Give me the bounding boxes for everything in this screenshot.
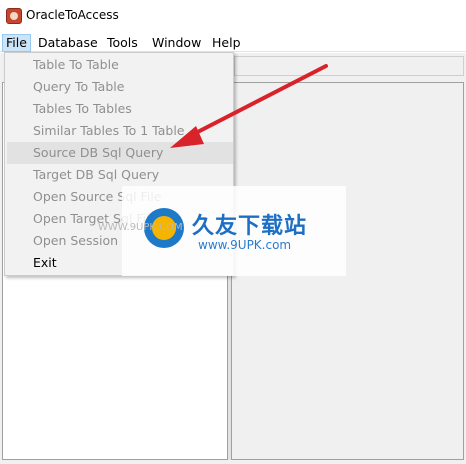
menu-help[interactable]: Help (209, 34, 244, 52)
menu-window[interactable]: Window (149, 34, 204, 52)
toolbar-strip (234, 56, 464, 76)
watermark-url: www.9UPK.com (198, 238, 292, 252)
menu-file[interactable]: File (2, 34, 31, 52)
menu-bar: File Database Tools Window Help (0, 32, 466, 52)
title-bar: OracleToAccess (0, 0, 466, 32)
menu-item-source-db-sql-query[interactable]: Source DB Sql Query (7, 142, 233, 164)
menu-item-target-db-sql-query[interactable]: Target DB Sql Query (7, 164, 233, 186)
menu-item-table-to-table[interactable]: Table To Table (7, 54, 233, 76)
app-icon (6, 8, 22, 24)
watermark-url-small: WWW.9UPK.COM (98, 222, 183, 233)
watermark-brand: 久友下载站 (192, 214, 308, 239)
menu-item-similar-tables[interactable]: Similar Tables To 1 Table (7, 120, 233, 142)
menu-item-query-to-table[interactable]: Query To Table (7, 76, 233, 98)
menu-database[interactable]: Database (35, 34, 101, 52)
menu-tools[interactable]: Tools (104, 34, 141, 52)
watermark: 久友下载站 www.9UPK.com WWW.9UPK.COM (98, 186, 346, 276)
window-title: OracleToAccess (26, 8, 119, 22)
menu-item-tables-to-tables[interactable]: Tables To Tables (7, 98, 233, 120)
